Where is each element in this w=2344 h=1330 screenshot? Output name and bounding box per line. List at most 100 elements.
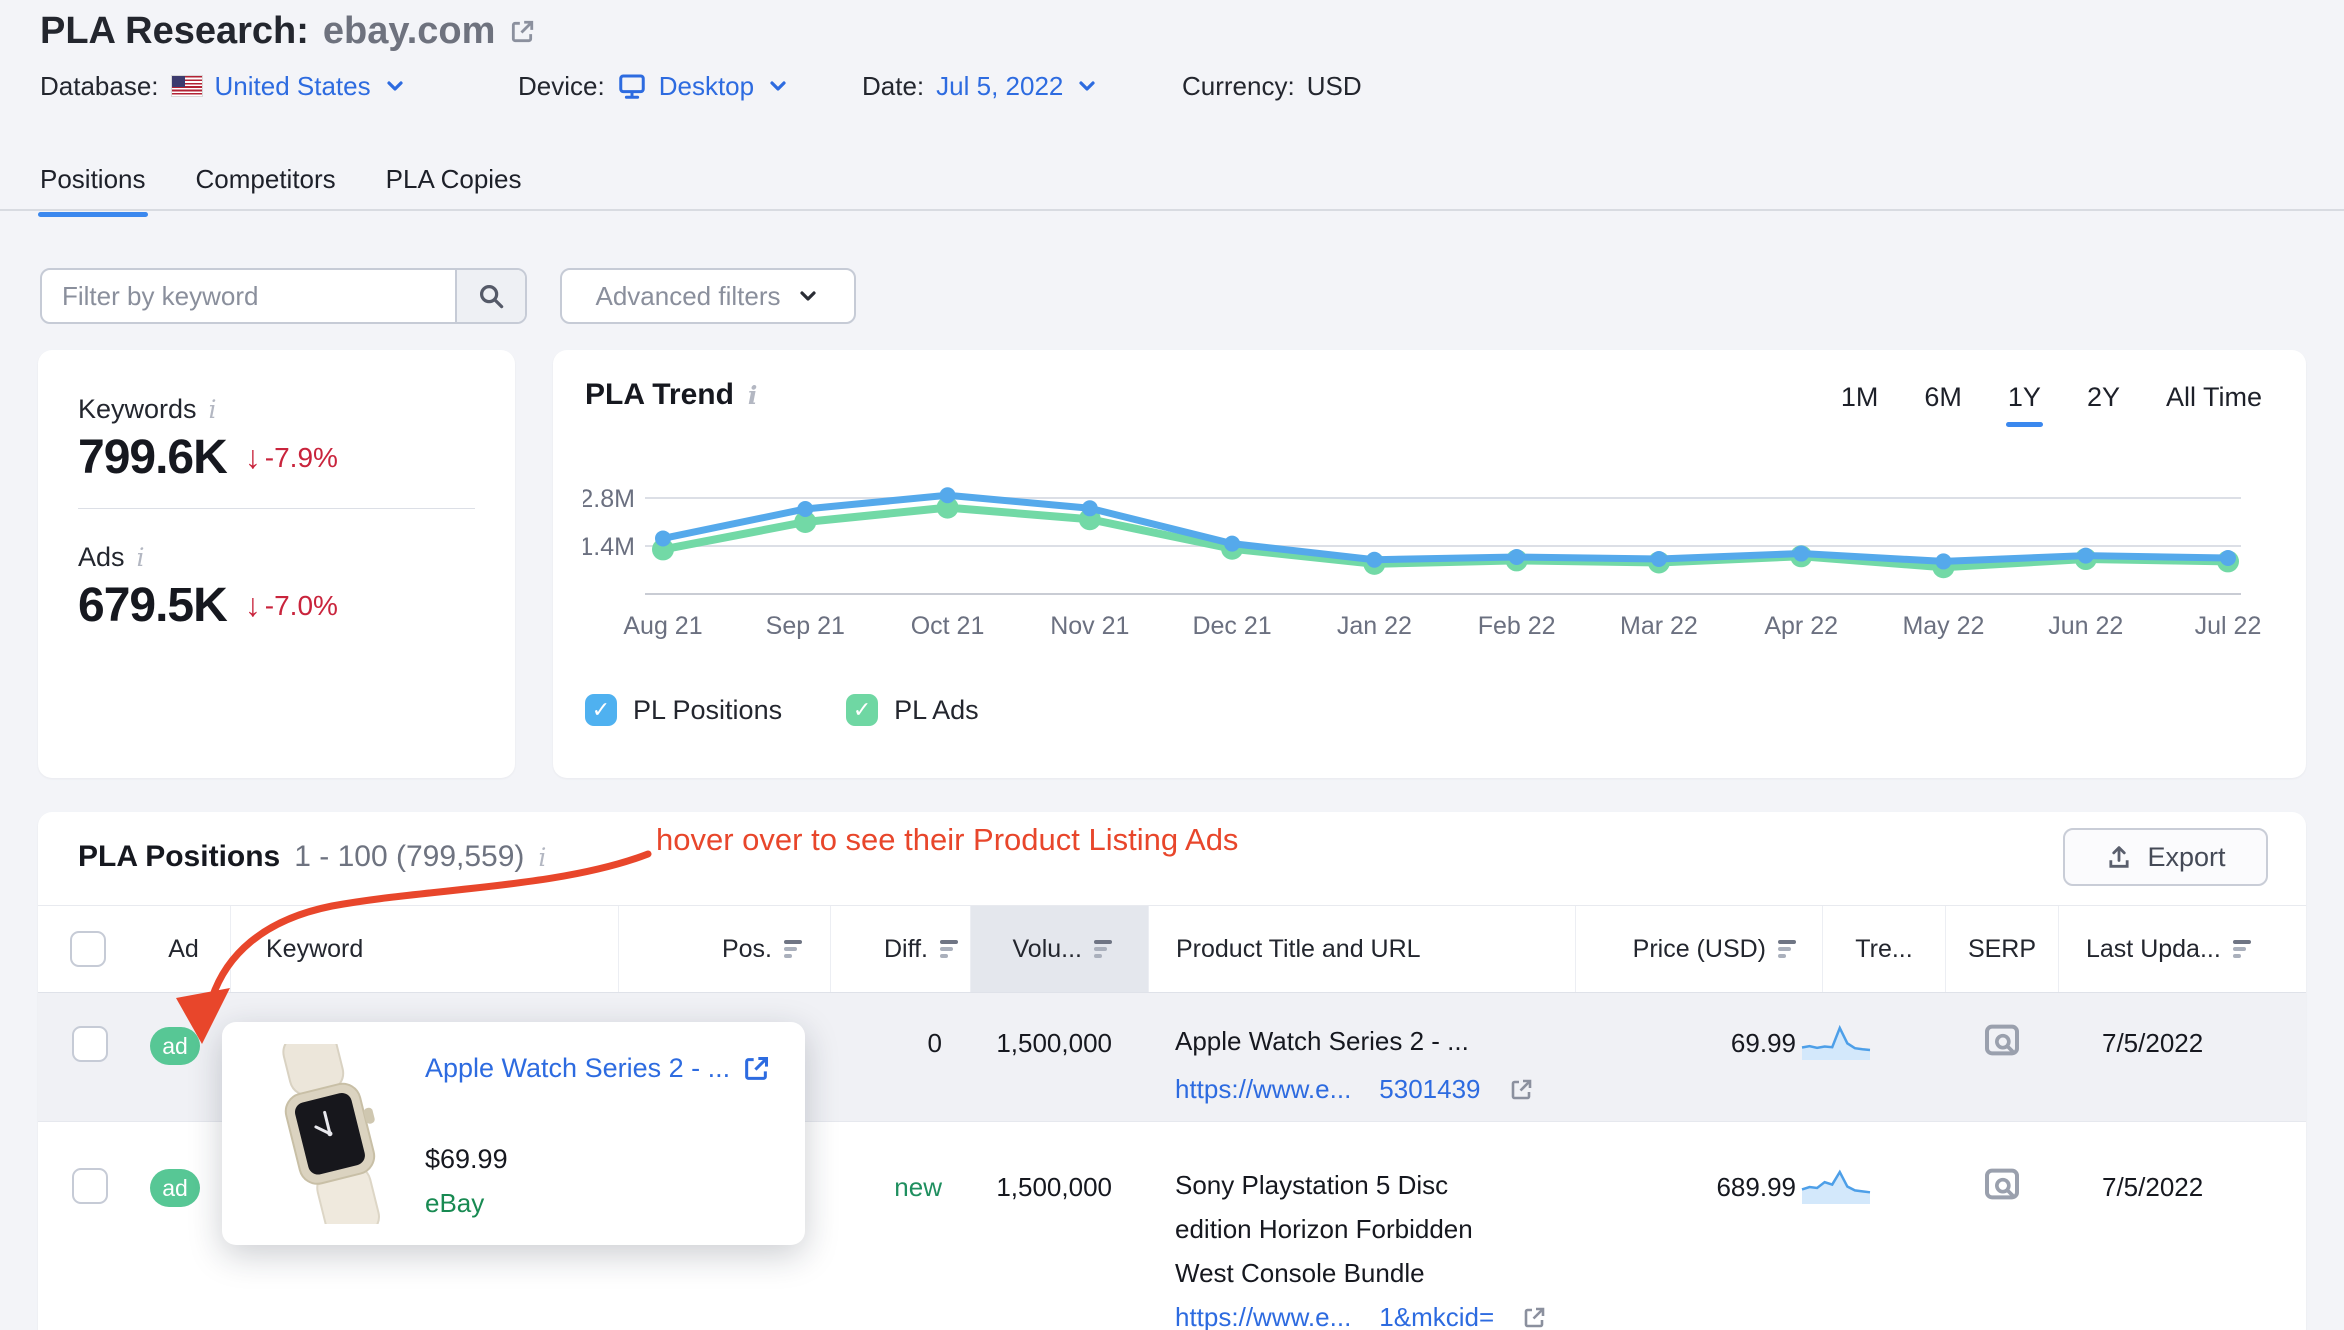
serp-icon[interactable] xyxy=(1982,1020,2022,1060)
external-link-icon[interactable] xyxy=(509,19,535,45)
info-icon[interactable]: i xyxy=(538,843,546,872)
svg-text:Apr 22: Apr 22 xyxy=(1764,612,1838,640)
currency-value: USD xyxy=(1306,70,1362,101)
row1-checkbox[interactable] xyxy=(72,1026,108,1062)
export-button[interactable]: Export xyxy=(2063,828,2268,886)
date-value[interactable]: Jul 5, 2022 xyxy=(936,71,1063,102)
sort-icon xyxy=(1778,940,1796,958)
ads-stat-label: Ads i xyxy=(78,542,145,573)
col-volume[interactable]: Volu... xyxy=(970,906,1148,992)
sort-icon xyxy=(940,940,958,958)
select-all-checkbox[interactable] xyxy=(69,931,106,967)
diff-value: new xyxy=(894,1172,942,1202)
currency-label: Currency: xyxy=(1182,70,1295,101)
product-title-line: West Console Bundle xyxy=(1175,1258,1425,1288)
svg-text:Jul 22: Jul 22 xyxy=(2195,612,2262,640)
trend-sparkline xyxy=(1801,1169,1871,1204)
advanced-filters-label: Advanced filters xyxy=(595,280,781,311)
row2-checkbox[interactable] xyxy=(72,1168,108,1204)
svg-text:Dec 21: Dec 21 xyxy=(1192,612,1271,640)
popup-product-link[interactable]: Apple Watch Series 2 - ... xyxy=(425,1053,770,1084)
col-trend-label: Tre... xyxy=(1855,934,1913,963)
range-6m[interactable]: 6M xyxy=(1924,382,1962,427)
keyword-filter-input[interactable] xyxy=(42,270,455,322)
row-checkbox xyxy=(72,1168,108,1204)
col-volume-label: Volu... xyxy=(1012,934,1083,963)
col-price[interactable]: Price (USD) xyxy=(1575,906,1822,992)
product-url-tail[interactable]: 1&mkcid= xyxy=(1379,1302,1494,1330)
col-product-label: Product Title and URL xyxy=(1176,934,1421,963)
serp-icon[interactable] xyxy=(1982,1164,2022,1204)
ads-change-text: -7.0% xyxy=(264,589,338,621)
database-value[interactable]: United States xyxy=(215,71,371,102)
svg-text:Jun 22: Jun 22 xyxy=(2048,612,2123,640)
pl-ads-checkbox[interactable]: ✓ xyxy=(846,694,879,726)
chevron-down-icon[interactable] xyxy=(766,74,790,98)
col-product[interactable]: Product Title and URL xyxy=(1148,906,1575,992)
pl-positions-checkbox[interactable]: ✓ xyxy=(585,694,617,726)
page-title: PLA Research: ebay.com xyxy=(40,10,535,53)
product-url[interactable]: https://www.e... xyxy=(1175,1074,1351,1105)
product-title: Apple Watch Series 2 - ... xyxy=(1175,1026,1469,1056)
arrow-down-icon: ↓ xyxy=(244,439,261,475)
col-diff[interactable]: Diff. xyxy=(830,906,970,992)
last-updated-cell: 7/5/2022 xyxy=(2102,1172,2203,1203)
last-updated-cell: 7/5/2022 xyxy=(2102,1028,2203,1059)
currency-display: Currency: USD xyxy=(1182,66,1362,106)
chevron-down-icon xyxy=(796,284,820,308)
trend-legend: ✓ PL Positions ✓ PL Ads xyxy=(585,694,979,726)
advanced-filters-button[interactable]: Advanced filters xyxy=(560,268,856,324)
database-selector[interactable]: Database: United States xyxy=(40,66,407,106)
range-2y[interactable]: 2Y xyxy=(2087,382,2120,427)
info-icon[interactable]: i xyxy=(137,543,145,572)
info-icon[interactable]: i xyxy=(748,381,758,410)
ads-label-text: Ads xyxy=(78,542,125,572)
range-all-time[interactable]: All Time xyxy=(2166,382,2262,427)
external-link-icon xyxy=(742,1055,770,1083)
ad-badge[interactable]: ad xyxy=(150,1169,200,1207)
keywords-stat-label: Keywords i xyxy=(78,394,217,425)
col-diff-label: Diff. xyxy=(884,934,928,963)
col-pos[interactable]: Pos. xyxy=(618,906,830,992)
export-label: Export xyxy=(2147,841,2226,872)
range-1y[interactable]: 1Y xyxy=(2005,382,2043,427)
ad-badge-cell: ad xyxy=(150,1169,200,1207)
device-value[interactable]: Desktop xyxy=(659,71,754,102)
range-1m[interactable]: 1M xyxy=(1841,382,1879,427)
diff-value: 0 xyxy=(927,1028,942,1058)
diff-cell: new xyxy=(830,1172,970,1203)
trend-sparkline xyxy=(1801,1024,1871,1060)
product-title-cell: edition Horizon Forbidden xyxy=(1175,1214,1473,1245)
col-last-updated[interactable]: Last Upda... xyxy=(2058,906,2306,992)
search-button[interactable] xyxy=(455,270,525,322)
serp-cell xyxy=(1945,1164,2058,1204)
product-url[interactable]: https://www.e... xyxy=(1175,1302,1351,1330)
arrow-down-icon: ↓ xyxy=(244,587,261,623)
chevron-down-icon[interactable] xyxy=(1075,74,1099,98)
ads-change: ↓ -7.0% xyxy=(245,587,338,624)
col-ad: Ad xyxy=(137,906,230,992)
external-link-icon[interactable] xyxy=(1522,1306,1546,1330)
export-icon xyxy=(2105,843,2133,871)
table-header: Ad Keyword Pos. Diff. Volu... Product Ti… xyxy=(38,905,2306,993)
us-flag-icon xyxy=(170,75,203,97)
stats-card: Keywords i 799.6K ↓ -7.9% Ads i 679.5K ↓ -… xyxy=(38,350,515,778)
volume-value: 1,500,000 xyxy=(996,1028,1112,1058)
pl-positions-label: PL Positions xyxy=(633,694,783,725)
device-selector[interactable]: Device: Desktop xyxy=(518,66,790,106)
sort-icon xyxy=(1094,940,1112,958)
col-keyword[interactable]: Keyword xyxy=(230,906,618,992)
product-image xyxy=(282,1044,380,1224)
keywords-stat-value: 799.6K ↓ -7.9% xyxy=(78,430,338,485)
keywords-change: ↓ -7.9% xyxy=(245,439,338,476)
svg-text:1.4M: 1.4M xyxy=(583,533,635,561)
col-last-updated-label: Last Upda... xyxy=(2086,934,2221,963)
info-icon[interactable]: i xyxy=(209,395,217,424)
date-selector[interactable]: Date: Jul 5, 2022 xyxy=(862,66,1099,106)
row-checkbox xyxy=(72,1026,108,1062)
product-url-tail[interactable]: 5301439 xyxy=(1379,1074,1480,1105)
external-link-icon[interactable] xyxy=(1509,1078,1533,1102)
ad-badge[interactable]: ad xyxy=(150,1027,200,1065)
col-serp-label: SERP xyxy=(1967,934,2037,963)
chevron-down-icon[interactable] xyxy=(383,74,407,98)
